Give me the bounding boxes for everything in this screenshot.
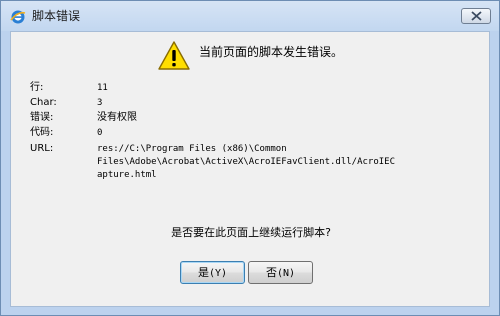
- error-label: 错误:: [30, 112, 54, 123]
- error-headline: 当前页面的脚本发生错误。: [199, 45, 344, 59]
- url-line: apture.html: [97, 170, 157, 180]
- code-label: 代码:: [30, 127, 54, 138]
- dialog-body: 当前页面的脚本发生错误。 行: 11 Char: 3 错误: 没有权限 代码: …: [10, 31, 490, 307]
- no-shortcut: (N): [276, 268, 296, 279]
- no-button-label: 否: [265, 266, 277, 279]
- title-bar[interactable]: 脚本错误: [1, 1, 499, 31]
- yes-shortcut: (Y): [208, 268, 228, 279]
- char-label: Char:: [30, 97, 57, 108]
- url-line: res://C:\Program Files (x86)\Common: [97, 144, 287, 154]
- line-value: 11: [97, 83, 108, 93]
- continue-question: 是否要在此页面上继续运行脚本?: [171, 226, 331, 239]
- no-button[interactable]: 否(N): [248, 261, 313, 284]
- error-value: 没有权限: [97, 112, 137, 123]
- url-line: Files\Adobe\Acrobat\ActiveX\AcroIEFavCli…: [97, 157, 396, 167]
- ie-icon: [10, 9, 26, 25]
- warning-icon: [157, 40, 191, 72]
- line-label: 行:: [30, 82, 44, 93]
- yes-button[interactable]: 是(Y): [180, 261, 245, 284]
- url-label: URL:: [30, 143, 54, 154]
- script-error-dialog: 脚本错误 当前页面的脚本发生错误。 行: 11 Char: 3 错误: 没有权限…: [0, 0, 500, 316]
- code-value: 0: [97, 128, 103, 138]
- window-title: 脚本错误: [32, 9, 81, 23]
- char-value: 3: [97, 98, 103, 108]
- close-button[interactable]: [461, 8, 491, 24]
- yes-button-label: 是: [197, 266, 209, 279]
